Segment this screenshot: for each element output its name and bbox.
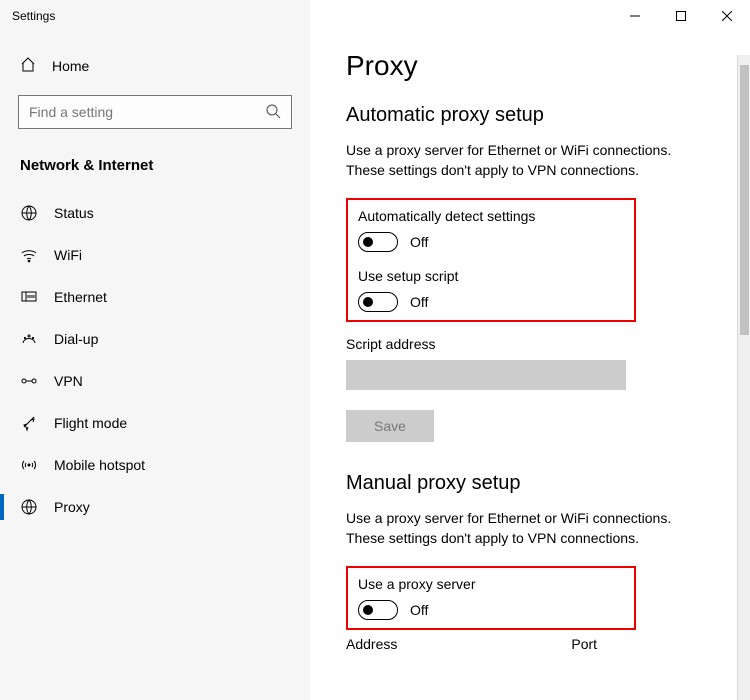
sidebar-item-label: Flight mode <box>54 415 127 431</box>
ethernet-icon <box>20 288 38 306</box>
auto-detect-label: Automatically detect settings <box>358 208 614 224</box>
use-proxy-toggle[interactable] <box>358 600 398 620</box>
search-input[interactable] <box>29 104 265 120</box>
manual-proxy-desc: Use a proxy server for Ethernet or WiFi … <box>346 509 706 548</box>
sidebar-item-label: Mobile hotspot <box>54 457 145 473</box>
maximize-button[interactable] <box>658 0 704 32</box>
sidebar-item-label: VPN <box>54 373 83 389</box>
auto-proxy-desc: Use a proxy server for Ethernet or WiFi … <box>346 141 706 180</box>
sidebar-item-label: WiFi <box>54 247 82 263</box>
sidebar-item-status[interactable]: Status <box>0 192 310 234</box>
sidebar-item-wifi[interactable]: WiFi <box>0 234 310 276</box>
home-icon <box>20 56 36 75</box>
hotspot-icon <box>20 456 38 474</box>
use-proxy-state: Off <box>410 602 428 618</box>
setup-script-toggle[interactable] <box>358 292 398 312</box>
minimize-button[interactable] <box>612 0 658 32</box>
save-button[interactable]: Save <box>346 410 434 442</box>
close-button[interactable] <box>704 0 750 32</box>
sidebar-item-proxy[interactable]: Proxy <box>0 486 310 528</box>
auto-proxy-title: Automatic proxy setup <box>346 104 720 127</box>
use-proxy-label: Use a proxy server <box>358 576 494 592</box>
sidebar-item-label: Proxy <box>54 499 90 515</box>
port-label: Port <box>571 636 597 652</box>
sidebar: Home Network & Internet Status WiFi Ethe… <box>0 0 310 700</box>
script-address-input[interactable] <box>346 360 626 390</box>
scrollbar[interactable] <box>737 55 750 700</box>
auto-detect-state: Off <box>410 234 428 250</box>
home-label: Home <box>52 58 89 74</box>
address-label: Address <box>346 636 397 652</box>
sidebar-item-vpn[interactable]: VPN <box>0 360 310 402</box>
auto-detect-toggle[interactable] <box>358 232 398 252</box>
script-address-label: Script address <box>346 336 720 352</box>
section-header: Network & Internet <box>0 147 310 192</box>
page-title: Proxy <box>346 50 720 82</box>
dialup-icon <box>20 330 38 348</box>
sidebar-item-label: Dial-up <box>54 331 98 347</box>
sidebar-item-flightmode[interactable]: Flight mode <box>0 402 310 444</box>
setup-script-label: Use setup script <box>358 268 614 284</box>
search-box[interactable] <box>18 95 292 129</box>
airplane-icon <box>20 414 38 432</box>
manual-proxy-title: Manual proxy setup <box>346 472 720 495</box>
sidebar-item-label: Status <box>54 205 94 221</box>
proxy-icon <box>20 498 38 516</box>
main-content: Proxy Automatic proxy setup Use a proxy … <box>310 0 750 700</box>
status-icon <box>20 204 38 222</box>
wifi-icon <box>20 246 38 264</box>
sidebar-item-hotspot[interactable]: Mobile hotspot <box>0 444 310 486</box>
highlight-box-auto: Automatically detect settings Off Use se… <box>346 198 636 322</box>
scrollbar-thumb[interactable] <box>740 65 749 335</box>
setup-script-state: Off <box>410 294 428 310</box>
highlight-box-manual: Use a proxy server Off <box>346 566 636 630</box>
home-nav[interactable]: Home <box>0 48 310 87</box>
vpn-icon <box>20 372 38 390</box>
sidebar-item-label: Ethernet <box>54 289 107 305</box>
window-title: Settings <box>0 9 55 23</box>
sidebar-item-ethernet[interactable]: Ethernet <box>0 276 310 318</box>
search-icon <box>265 103 281 122</box>
sidebar-item-dialup[interactable]: Dial-up <box>0 318 310 360</box>
